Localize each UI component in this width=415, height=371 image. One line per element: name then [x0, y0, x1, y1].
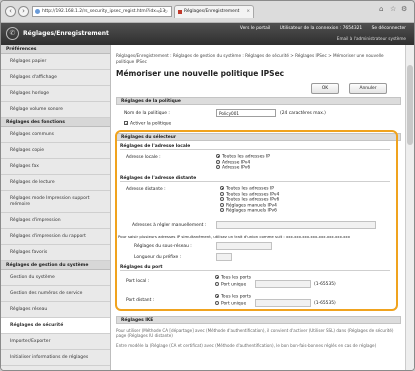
sidebar-item-clock[interactable]: Réglages horloge: [1, 86, 110, 102]
activate-checkbox[interactable]: ✓: [124, 121, 128, 126]
sidebar-section-preferences: Préférences: [1, 45, 110, 54]
cancel-button[interactable]: Annuler: [349, 83, 387, 94]
sidebar-item-report[interactable]: Réglages d'impression du rapport: [1, 229, 110, 245]
home-icon[interactable]: ⌂: [379, 5, 383, 13]
sidebar: Préférences Réglages papier Réglages d'a…: [1, 45, 111, 370]
selector-highlight-frame: [115, 130, 398, 311]
breadcrumb: Réglages/Enregistrement : Réglages de ge…: [116, 53, 384, 64]
policy-section-title: Réglages de la politique: [116, 97, 401, 105]
ike-section-title: Réglages IKE: [116, 316, 401, 324]
app-header: ✆ Réglages/Enregistrement Vers le portai…: [1, 23, 414, 45]
canon-favicon-icon: [178, 10, 182, 14]
policy-name-label: Nom de la politique :: [124, 111, 170, 116]
login-user: Utilisateur de la connexion : 7654321: [279, 26, 363, 31]
sidebar-item-volume[interactable]: Réglage volume sonore: [1, 102, 110, 118]
app-logo-icon: ✆: [6, 27, 19, 40]
sidebar-item-security[interactable]: Réglages de sécurité: [1, 318, 110, 334]
forward-icon[interactable]: ›: [18, 6, 29, 17]
search-icon[interactable]: ⌕: [158, 7, 161, 16]
sidebar-item-paper[interactable]: Réglages papier: [1, 54, 110, 70]
sidebar-item-scan[interactable]: Réglages de lecture: [1, 175, 110, 191]
tab-close-icon[interactable]: ×: [246, 6, 250, 18]
activate-label: Activer la politique: [130, 121, 172, 127]
sidebar-section-functions: Réglages des fonctions: [1, 118, 110, 127]
sidebar-item-media-print[interactable]: Réglages mode Impression support mémoire: [1, 191, 110, 213]
gear-icon[interactable]: ⚙: [401, 5, 407, 13]
portal-link[interactable]: Vers le portail: [240, 26, 270, 31]
sidebar-item-copy[interactable]: Réglages copie: [1, 143, 110, 159]
ike-note-1: Pour utiliser (Méthode CA [départage] av…: [116, 328, 394, 338]
sidebar-item-dept-id[interactable]: Gestion des numéros de service: [1, 286, 110, 302]
page-scrollbar[interactable]: [405, 45, 414, 370]
app-title: Réglages/Enregistrement: [23, 30, 109, 37]
back-icon[interactable]: ‹: [5, 6, 16, 17]
page-title: Mémoriser une nouvelle politique IPSec: [116, 69, 285, 78]
browser-toolbar: ‹ › http://192.168.1.2/rs_security_ipsec…: [1, 1, 414, 23]
admin-email-link[interactable]: Email à l'administrateur système: [337, 36, 406, 41]
sidebar-item-favorites[interactable]: Réglages favoris: [1, 245, 110, 261]
policy-section: Réglages de la politique: [116, 97, 401, 105]
sidebar-item-print[interactable]: Réglages d'impression: [1, 213, 110, 229]
scrollbar-thumb[interactable]: [407, 65, 413, 145]
sidebar-item-fax[interactable]: Réglages fax: [1, 159, 110, 175]
sidebar-item-common[interactable]: Réglages communs: [1, 127, 110, 143]
refresh-icon[interactable]: ↻: [164, 7, 168, 16]
sidebar-item-network[interactable]: Réglages réseau: [1, 302, 110, 318]
ike-section: Réglages IKE: [116, 316, 401, 324]
sidebar-item-import-export[interactable]: Importer/Exporter: [1, 334, 110, 350]
logout-link[interactable]: Se déconnecter: [372, 26, 406, 31]
browser-window: ‹ › http://192.168.1.2/rs_security_ipsec…: [0, 0, 415, 371]
address-bar[interactable]: http://192.168.1.2/rs_security_ipsec_reg…: [32, 6, 172, 17]
ok-button[interactable]: OK: [311, 83, 339, 94]
star-icon[interactable]: ☆: [390, 5, 396, 13]
sidebar-item-display[interactable]: Réglages d'affichage: [1, 70, 110, 86]
policy-name-hint: (24 caractères max.): [280, 111, 326, 116]
globe-icon: [35, 9, 40, 14]
sidebar-item-system-mgmt[interactable]: Gestion du système: [1, 270, 110, 286]
tab-title: Réglages/Enregistrement: [184, 9, 240, 14]
header-links: Vers le portail Utilisateur de la connex…: [232, 26, 406, 31]
sidebar-section-system: Réglages de gestion du système: [1, 261, 110, 270]
sidebar-item-initialize[interactable]: Initialiser informations de réglages: [1, 350, 110, 366]
browser-tab[interactable]: Réglages/Enregistrement ×: [174, 5, 254, 18]
url-text: http://192.168.1.2/rs_security_ipsec_reg…: [42, 9, 166, 14]
activate-row: ✓ Activer la politique: [124, 121, 171, 127]
ike-note-2: Entre modèle la (Réglage (CA et certific…: [116, 343, 377, 348]
policy-name-input[interactable]: Policy001: [216, 109, 276, 117]
